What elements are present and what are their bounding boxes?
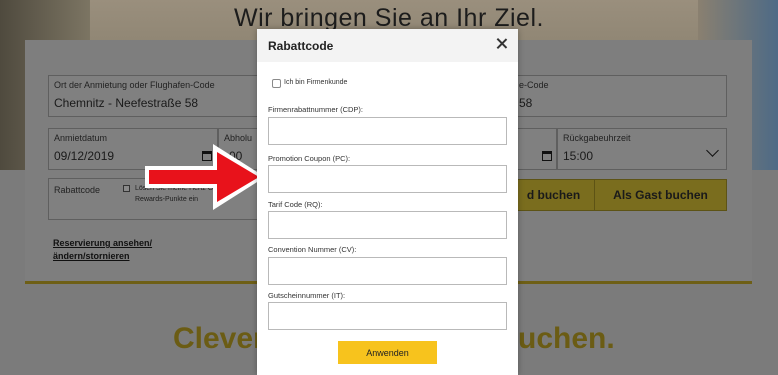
it-label: Gutscheinnummer (IT): [268,291,346,300]
cv-input[interactable] [268,257,507,285]
return-time-label: Rückgabeuhrzeit [563,133,631,143]
manage-reservation-link-2[interactable]: ändern/stornieren [53,250,130,263]
apply-button[interactable]: Anwenden [338,341,437,364]
pickup-location-value: Chemnitz - Neefestraße 58 [54,96,199,110]
return-location-field[interactable]: e-Code 58 [505,75,727,117]
close-icon[interactable] [495,37,509,51]
pickup-location-field[interactable]: Ort der Anmietung oder Flughafen-Code Ch… [48,75,284,117]
guest-book-button[interactable]: Als Gast buchen [594,179,727,211]
pickup-date-label: Anmietdatum [54,133,108,143]
return-time-value: 15:00 [563,149,594,163]
cdp-label: Firmenrabattnummer (CDP): [268,105,364,114]
return-location-value: 58 [519,96,533,110]
rabattcode-dialog: Rabattcode Ich bin Firmenkunde Firmenrab… [257,29,518,375]
it-input[interactable] [268,302,507,330]
red-arrow-annotation [145,144,265,210]
gold-rewards-checkbox[interactable] [123,185,130,192]
rq-input[interactable] [268,211,507,239]
dialog-header: Rabattcode [257,29,518,62]
firmenkunde-checkbox[interactable] [272,79,281,88]
rabattcode-label: Rabattcode [54,185,101,195]
calendar-icon[interactable] [542,151,552,161]
pickup-date-value: 09/12/2019 [54,149,115,163]
book-button[interactable]: d buchen [505,179,602,211]
slogan-left: Clever [173,322,265,355]
manage-reservation-link-1[interactable]: Reservierung ansehen/ [53,237,152,250]
return-time-field[interactable]: Rückgabeuhrzeit 15:00 [557,128,727,170]
dialog-title: Rabattcode [268,39,334,53]
pickup-location-label: Ort der Anmietung oder Flughafen-Code [54,80,215,90]
firmenkunde-label: Ich bin Firmenkunde [284,79,348,86]
chevron-down-icon[interactable] [706,144,719,157]
return-location-label: e-Code [519,80,549,90]
pc-input[interactable] [268,165,507,193]
cv-label: Convention Nummer (CV): [268,245,357,254]
rq-label: Tarif Code (RQ): [268,200,323,209]
cdp-input[interactable] [268,117,507,145]
pc-label: Promotion Coupon (PC): [268,154,351,163]
slogan-right: uchen. [518,322,615,355]
